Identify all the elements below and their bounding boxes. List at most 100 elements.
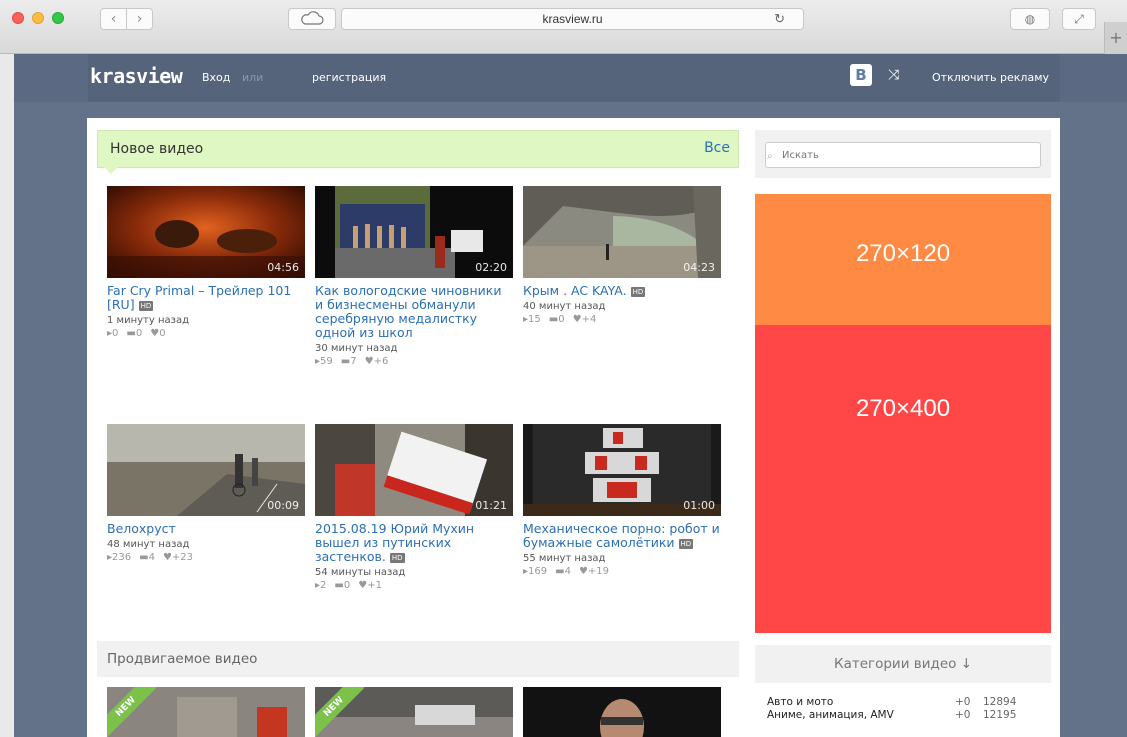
or-text: или xyxy=(242,71,264,84)
video-thumbnail[interactable]: 01:21 xyxy=(315,424,513,516)
extension-button[interactable]: ◍ xyxy=(1010,8,1050,30)
forward-button[interactable]: › xyxy=(126,8,153,30)
likes-icon: ♥0 xyxy=(150,328,166,339)
views-icon: ▸2 xyxy=(315,580,327,591)
search-icon: ⌕ xyxy=(767,151,773,162)
promo-video-thumbnail[interactable]: NEW xyxy=(107,687,305,737)
category-item[interactable]: Аниме, анимация, AMV +0 12195 xyxy=(767,709,1037,722)
views-icon: ▸0 xyxy=(107,328,119,339)
video-time: 48 минут назад xyxy=(107,539,190,550)
video-card[interactable]: 04:23 Крым . AC KAYA. HD 40 минут назад … xyxy=(523,186,721,325)
views-icon: ▸59 xyxy=(315,356,333,367)
hd-badge: HD xyxy=(630,287,646,297)
search-input[interactable] xyxy=(765,142,1041,168)
likes-icon: ♥+1 xyxy=(358,580,382,591)
expand-icon: ⤢ xyxy=(1074,12,1084,26)
fullscreen-window-button[interactable] xyxy=(52,12,64,24)
video-title-link[interactable]: Велохруст xyxy=(107,522,305,536)
video-stats: ▸169 ▬4 ♥+19 xyxy=(523,566,721,577)
video-time: 1 минуту назад xyxy=(107,315,189,326)
comments-icon: ▬0 xyxy=(548,314,565,325)
login-link[interactable]: Вход xyxy=(202,71,230,84)
cloud-icon xyxy=(301,11,324,25)
web-page: krasview Вход или регистрация B ⤨ Отключ… xyxy=(14,54,1127,737)
video-title-link[interactable]: Механическое порно: робот и бумажные сам… xyxy=(523,522,721,550)
promo-video-thumbnail[interactable]: NEW xyxy=(315,687,513,737)
promo-video-thumbnail[interactable] xyxy=(523,687,721,737)
video-card[interactable]: 04:56 Far Cry Primal – Трейлер 101 [RU] … xyxy=(107,186,305,339)
video-thumbnail[interactable]: 00:09 xyxy=(107,424,305,516)
likes-icon: ♥+6 xyxy=(364,356,389,367)
icloud-tabs-button[interactable] xyxy=(288,8,336,30)
video-stats: ▸59 ▬7 ♥+6 xyxy=(315,356,513,367)
ghostery-icon: ◍ xyxy=(1024,12,1036,26)
section-title: Продвигаемое видео xyxy=(107,651,258,667)
promoted-videos-header: Продвигаемое видео xyxy=(97,641,739,677)
video-stats: ▸2 ▬0 ♥+1 xyxy=(315,580,513,591)
likes-icon: ♥+4 xyxy=(572,314,597,325)
address-bar[interactable]: krasview.ru ↻ xyxy=(341,8,804,30)
shuffle-icon[interactable]: ⤨ xyxy=(888,67,899,83)
video-duration: 01:21 xyxy=(475,499,507,512)
ad-banner-large[interactable]: 270×400 xyxy=(755,325,1051,633)
back-button[interactable]: ‹ xyxy=(100,8,127,30)
video-title-link[interactable]: Крым . AC KAYA. HD xyxy=(523,284,721,298)
video-title-link[interactable]: Как вологодские чиновники и бизнесмены о… xyxy=(315,284,513,340)
comments-icon: ▬4 xyxy=(555,566,571,577)
likes-icon: ♥+23 xyxy=(162,552,194,563)
video-stats: ▸15 ▬0 ♥+4 xyxy=(523,314,721,325)
video-card[interactable]: 01:00 Механическое порно: робот и бумажн… xyxy=(523,424,721,577)
site-logo[interactable]: krasview xyxy=(90,64,183,88)
views-icon: ▸15 xyxy=(523,314,541,325)
video-stats: ▸0 ▬0 ♥0 xyxy=(107,328,305,339)
vk-login-button[interactable]: B xyxy=(850,64,872,86)
hd-badge: HD xyxy=(389,553,405,563)
comments-icon: ▬4 xyxy=(139,552,155,563)
video-time: 55 минут назад xyxy=(523,553,606,564)
video-time: 30 минут назад xyxy=(315,343,398,354)
register-link[interactable]: регистрация xyxy=(312,71,386,84)
video-title-link[interactable]: Far Cry Primal – Трейлер 101 [RU] HD xyxy=(107,284,305,312)
likes-icon: ♥+19 xyxy=(578,566,610,577)
video-thumbnail[interactable]: 04:23 xyxy=(523,186,721,278)
video-stats: ▸236 ▬4 ♥+23 xyxy=(107,552,305,563)
site-header: krasview Вход или регистрация B ⤨ Отключ… xyxy=(14,54,1127,102)
category-item[interactable]: Авто и мото +0 12894 xyxy=(767,696,1037,709)
video-duration: 00:09 xyxy=(267,499,299,512)
video-time: 40 минут назад xyxy=(523,301,606,312)
comments-icon: ▬0 xyxy=(126,328,143,339)
section-title: Новое видео xyxy=(110,141,204,157)
video-time: 54 минуты назад xyxy=(315,567,406,578)
video-card[interactable]: 02:20 Как вологодские чиновники и бизнес… xyxy=(315,186,513,367)
video-thumbnail[interactable]: 01:00 xyxy=(523,424,721,516)
comments-icon: ▬0 xyxy=(334,580,351,591)
close-window-button[interactable] xyxy=(12,12,24,24)
fullscreen-toggle-button[interactable]: ⤢ xyxy=(1062,8,1096,30)
views-icon: ▸169 xyxy=(523,566,548,577)
chevron-left-icon: ‹ xyxy=(110,11,117,27)
reload-icon[interactable]: ↻ xyxy=(774,9,785,29)
disable-ads-link[interactable]: Отключить рекламу xyxy=(932,71,1049,84)
plus-icon: + xyxy=(1109,28,1123,47)
search-panel xyxy=(755,130,1051,178)
chevron-right-icon: › xyxy=(136,11,143,27)
new-tab-button[interactable]: + xyxy=(1104,22,1127,54)
video-card[interactable]: 00:09 Велохруст 48 минут назад ▸236 ▬4 ♥+2… xyxy=(107,424,305,563)
video-thumbnail[interactable]: 04:56 xyxy=(107,186,305,278)
video-thumbnail[interactable]: 02:20 xyxy=(315,186,513,278)
video-card[interactable]: 01:21 2015.08.19 Юрий Мухин вышел из пут… xyxy=(315,424,513,591)
video-duration: 02:20 xyxy=(475,261,507,274)
hd-badge: HD xyxy=(678,539,694,549)
hd-badge: HD xyxy=(138,301,154,311)
video-duration: 04:56 xyxy=(267,261,299,274)
comments-icon: ▬7 xyxy=(340,356,357,367)
categories-list: Авто и мото +0 12894 Аниме, анимация, AM… xyxy=(767,696,1037,722)
minimize-window-button[interactable] xyxy=(32,12,44,24)
categories-header[interactable]: Категории видео ↓ xyxy=(755,645,1051,683)
all-videos-link[interactable]: Все xyxy=(704,140,730,156)
ad-banner-small[interactable]: 270×120 xyxy=(755,194,1051,325)
video-title-link[interactable]: 2015.08.19 Юрий Мухин вышел из путинских… xyxy=(315,522,513,564)
browser-toolbar: ‹ › krasview.ru ↻ ◍ ⤢ + xyxy=(0,0,1127,54)
video-duration: 01:00 xyxy=(683,499,715,512)
url-text: krasview.ru xyxy=(542,12,603,26)
